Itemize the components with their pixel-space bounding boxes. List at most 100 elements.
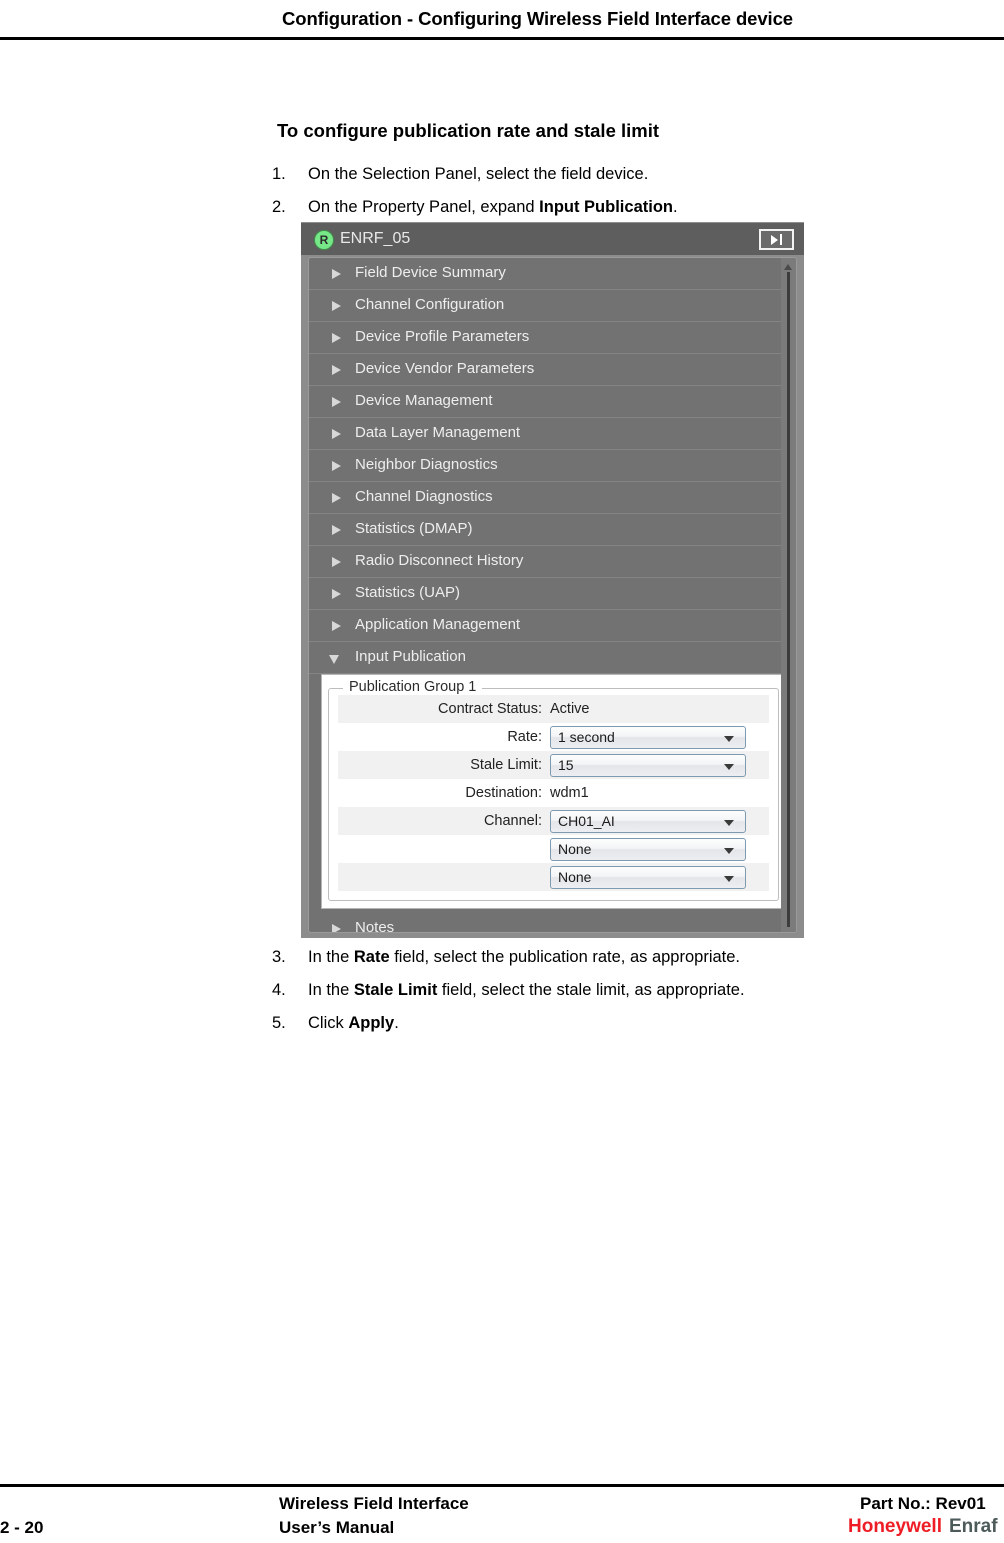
- tree-item-statistics-uap[interactable]: Statistics (UAP): [309, 578, 796, 610]
- property-panel-screenshot: R ENRF_05 Field Device Summary Channel Co…: [301, 222, 804, 938]
- tree-container: Field Device Summary Channel Configuratio…: [309, 258, 796, 933]
- step-item-1: 1. On the Selection Panel, select the fie…: [272, 163, 648, 185]
- chevron-right-icon[interactable]: [332, 461, 341, 471]
- chevron-right-icon[interactable]: [332, 269, 341, 279]
- logo-honeywell-text: Honeywell: [848, 1516, 942, 1537]
- vertical-scrollbar[interactable]: [781, 258, 796, 932]
- step-item-2: 2. On the Property Panel, expand Input Pu…: [272, 196, 678, 218]
- chevron-down-icon[interactable]: [724, 763, 734, 770]
- step-number: 4.: [272, 981, 286, 999]
- dropdown-value: None: [558, 869, 592, 885]
- tree-item-data-layer-management[interactable]: Data Layer Management: [309, 418, 796, 450]
- step-item-3: 3. In the Rate field, select the publicat…: [272, 946, 740, 968]
- footer-divider: [0, 1484, 1004, 1487]
- chevron-right-icon[interactable]: [332, 493, 341, 503]
- tree-item-label: Device Vendor Parameters: [355, 360, 535, 377]
- chevron-down-icon[interactable]: [724, 847, 734, 854]
- channel-dropdown[interactable]: CH01_AI: [550, 809, 746, 833]
- chevron-right-icon[interactable]: [332, 525, 341, 535]
- next-panel-button[interactable]: [759, 229, 794, 250]
- step-number: 3.: [272, 948, 286, 966]
- step-text: In the: [308, 981, 354, 999]
- dropdown-value: None: [558, 841, 592, 857]
- tree-item-device-management[interactable]: Device Management: [309, 386, 796, 418]
- end-bar-icon: [780, 234, 782, 245]
- page-header: Configuration - Configuring Wireless Fie…: [0, 0, 1004, 40]
- none-dropdown[interactable]: None: [550, 837, 746, 861]
- property-row: Stale Limit: 15: [338, 751, 769, 779]
- honeywell-enraf-logo: Honeywell Enraf: [848, 1516, 998, 1538]
- property-label: Contract Status:: [438, 701, 542, 717]
- property-row: Contract Status: Active: [338, 695, 769, 723]
- tree-item-neighbor-diagnostics[interactable]: Neighbor Diagnostics: [309, 450, 796, 482]
- chevron-down-icon[interactable]: [724, 735, 734, 742]
- tree-item-label: Notes: [355, 919, 395, 933]
- property-label: Stale Limit:: [470, 757, 542, 773]
- procedure-heading: To configure publication rate and stale …: [277, 120, 660, 141]
- step-item-4: 4. In the Stale Limit field, select the s…: [272, 979, 745, 1001]
- tree-item-device-profile-parameters[interactable]: Device Profile Parameters: [309, 322, 796, 354]
- page-title: Configuration - Configuring Wireless Fie…: [282, 8, 793, 29]
- property-label: Channel:: [483, 813, 542, 829]
- property-row: None: [338, 835, 769, 863]
- tree-item-notes[interactable]: Notes: [309, 913, 796, 933]
- property-tree-list[interactable]: Field Device Summary Channel Configuratio…: [308, 257, 797, 933]
- tree-item-label: Statistics (DMAP): [355, 520, 473, 537]
- dropdown-value: 15: [558, 757, 574, 773]
- step-text: In the: [308, 948, 354, 966]
- publication-group-legend: Publication Group 1: [343, 679, 483, 695]
- chevron-right-icon[interactable]: [332, 429, 341, 439]
- property-label: Destination:: [465, 785, 542, 801]
- none-dropdown[interactable]: None: [550, 865, 746, 889]
- tree-item-radio-disconnect-history[interactable]: Radio Disconnect History: [309, 546, 796, 578]
- chevron-down-icon[interactable]: [329, 655, 339, 664]
- rate-dropdown[interactable]: 1 second: [550, 725, 746, 749]
- step-text-tail: field, select the publication rate, as a…: [389, 948, 741, 966]
- footer-product-name: Wireless Field Interface: [279, 1494, 469, 1513]
- scrollbar-track[interactable]: [787, 272, 790, 927]
- chevron-right-icon[interactable]: [332, 397, 341, 407]
- chevron-right-icon[interactable]: [332, 557, 341, 567]
- step-text: On the Property Panel, expand: [308, 198, 540, 216]
- publication-group-card: Publication Group 1 Contract Status: Activ…: [321, 674, 786, 909]
- tree-item-label: Channel Configuration: [355, 296, 505, 313]
- property-value: wdm1: [550, 785, 589, 801]
- step-text-tail: field, select the stale limit, as approp…: [437, 981, 745, 999]
- footer-part-number: Part No.: Rev01: [860, 1494, 986, 1513]
- step-text: On the Selection Panel, select the field…: [308, 165, 649, 183]
- chevron-right-icon[interactable]: [332, 621, 341, 631]
- tree-item-label: Input Publication: [355, 648, 466, 665]
- stale-limit-dropdown[interactable]: 15: [550, 753, 746, 777]
- chevron-right-icon[interactable]: [332, 589, 341, 599]
- tree-item-application-management[interactable]: Application Management: [309, 610, 796, 642]
- property-row: Channel: CH01_AI: [338, 807, 769, 835]
- tree-item-field-device-summary[interactable]: Field Device Summary: [309, 258, 796, 290]
- footer-page-number: 2 - 20: [0, 1518, 44, 1537]
- chevron-down-icon[interactable]: [724, 875, 734, 882]
- header-divider: [0, 37, 1004, 40]
- tree-item-label: Neighbor Diagnostics: [355, 456, 498, 473]
- footer-manual-name: User’s Manual: [279, 1518, 395, 1537]
- property-label: Rate:: [507, 729, 542, 745]
- step-number: 5.: [272, 1014, 286, 1032]
- tree-item-channel-configuration[interactable]: Channel Configuration: [309, 290, 796, 322]
- tree-item-input-publication[interactable]: Input Publication: [309, 642, 796, 674]
- chevron-down-icon[interactable]: [724, 819, 734, 826]
- logo-enraf-text: Enraf: [948, 1516, 998, 1537]
- step-bold: Apply: [348, 1014, 395, 1032]
- chevron-right-icon[interactable]: [332, 365, 341, 375]
- chevron-right-icon[interactable]: [332, 333, 341, 343]
- tree-item-label: Statistics (UAP): [355, 584, 461, 601]
- step-bold: Rate: [353, 948, 390, 966]
- step-item-5: 5. Click Apply.: [272, 1012, 399, 1034]
- tree-item-device-vendor-parameters[interactable]: Device Vendor Parameters: [309, 354, 796, 386]
- step-text: Click: [308, 1014, 349, 1032]
- chevron-right-icon[interactable]: [332, 924, 341, 932]
- step-bold: Input Publication: [539, 198, 673, 216]
- publication-group-fieldset: Publication Group 1 Contract Status: Activ…: [328, 679, 779, 901]
- chevron-right-icon[interactable]: [332, 301, 341, 311]
- scroll-up-arrow-icon[interactable]: [784, 264, 792, 270]
- step-text-tail: .: [672, 198, 678, 216]
- tree-item-channel-diagnostics[interactable]: Channel Diagnostics: [309, 482, 796, 514]
- tree-item-statistics-dmap[interactable]: Statistics (DMAP): [309, 514, 796, 546]
